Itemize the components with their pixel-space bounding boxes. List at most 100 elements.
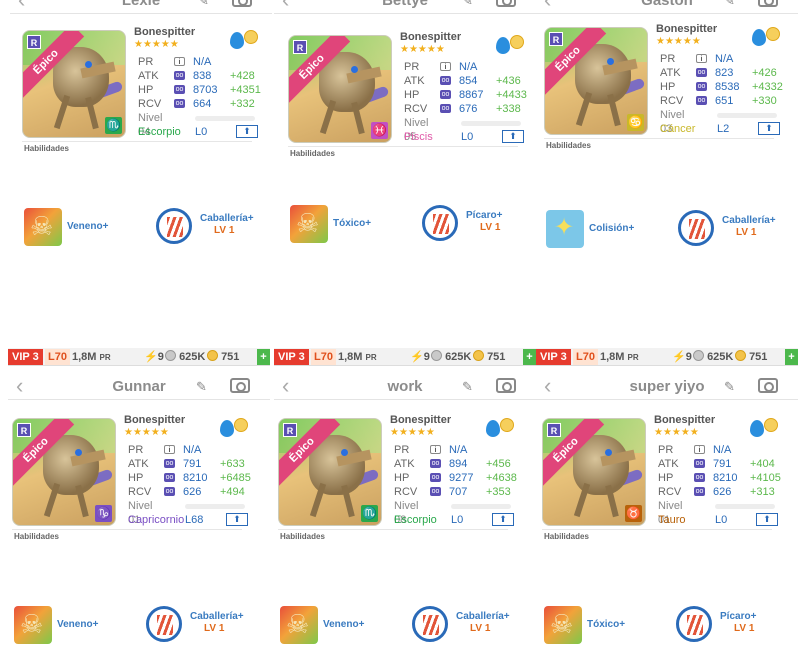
leader-skill-level: LV 1 xyxy=(480,222,501,233)
stones-counter[interactable]: 625K xyxy=(165,349,205,365)
stat-bonus: +456 xyxy=(486,458,511,470)
coins-counter[interactable]: 751 xyxy=(735,349,767,365)
stat-label: RCV xyxy=(658,486,682,498)
energy-counter[interactable]: ⚡9 xyxy=(144,349,164,365)
camera-icon[interactable] xyxy=(230,378,250,393)
dino-portrait[interactable]: Épico R ♑ xyxy=(12,418,116,526)
light-element-icon xyxy=(766,27,780,41)
dino-portrait[interactable]: Épico R ♏ xyxy=(22,30,126,138)
camera-icon[interactable] xyxy=(758,0,778,7)
camera-icon[interactable] xyxy=(496,0,516,7)
upgrade-button[interactable]: ⬆ xyxy=(756,513,778,526)
stat-value: 823 xyxy=(715,67,734,79)
add-currency-button[interactable]: + xyxy=(523,349,536,365)
nav-header: ‹Gaston✎ xyxy=(536,0,798,14)
edit-pencil-icon[interactable]: ✎ xyxy=(462,379,473,395)
dino-portrait[interactable]: Épico R ♋ xyxy=(544,27,648,135)
stat-value: 8867 xyxy=(459,89,484,101)
info-icon[interactable]: i xyxy=(440,62,451,71)
info-icon[interactable]: i xyxy=(164,445,175,454)
dino-art-eye xyxy=(351,66,358,73)
stat-value: N/A xyxy=(183,444,202,456)
stat-bonus: +353 xyxy=(486,486,511,498)
dino-portrait[interactable]: Épico R ♏ xyxy=(278,418,382,526)
vip-badge[interactable]: VIP 3 xyxy=(536,349,571,365)
coins-value: 751 xyxy=(221,351,240,363)
light-element-icon xyxy=(234,418,248,432)
info-icon[interactable]: i xyxy=(694,445,705,454)
energy-counter[interactable]: ⚡9 xyxy=(672,349,692,365)
info-icon[interactable]: i xyxy=(430,445,441,454)
edit-pencil-icon[interactable]: ✎ xyxy=(462,0,473,9)
stat-bonus: +633 xyxy=(220,458,245,470)
energy-value: 9 xyxy=(157,351,164,363)
vip-badge[interactable]: VIP 3 xyxy=(8,349,43,365)
energy-counter[interactable]: ⚡9 xyxy=(410,349,430,365)
upgrade-button[interactable]: ⬆ xyxy=(236,125,258,138)
skill-level: L0 xyxy=(461,131,474,143)
stones-counter[interactable]: 625K xyxy=(431,349,471,365)
upgrade-button[interactable]: ⬆ xyxy=(758,122,780,135)
leader-skill-name: Pícaro+ xyxy=(720,611,757,622)
coins-counter[interactable]: 751 xyxy=(473,349,505,365)
stat-bonus: +313 xyxy=(750,486,775,498)
stat-value: 791 xyxy=(713,458,732,470)
info-icon[interactable]: i xyxy=(696,54,707,63)
upgrade-button[interactable]: ⬆ xyxy=(226,513,248,526)
camera-icon[interactable] xyxy=(232,0,252,7)
dino-art-eye xyxy=(605,449,612,456)
stat-value: 626 xyxy=(183,486,202,498)
vip-badge[interactable]: VIP 3 xyxy=(274,349,309,365)
add-currency-button[interactable]: + xyxy=(785,349,798,365)
edit-pencil-icon[interactable]: ✎ xyxy=(724,379,735,395)
upgrade-button[interactable]: ⬆ xyxy=(492,513,514,526)
camera-icon[interactable] xyxy=(496,378,516,393)
dino-art-leg1 xyxy=(575,91,593,127)
stat-bonus: +4433 xyxy=(496,89,527,101)
dino-panel: VIP 3 L70 1,8M PR ⚡9 625K 751 + ‹ super yiyo ✎ É… xyxy=(536,348,798,662)
dino-name: Bonespitter xyxy=(654,414,716,426)
dino-art-leg1 xyxy=(573,482,591,518)
dino-portrait[interactable]: Épico R ♉ xyxy=(542,418,646,526)
dino-portrait[interactable]: Épico R ♓ xyxy=(288,35,392,143)
level-progress-bar xyxy=(195,116,255,121)
upgrade-button[interactable]: ⬆ xyxy=(502,130,524,143)
add-currency-button[interactable]: + xyxy=(257,349,270,365)
power-rating-unit: PR xyxy=(99,353,111,362)
stat-value: 838 xyxy=(193,70,212,82)
power-rating: 1,8M PR xyxy=(600,349,639,365)
zodiac-sign-icon: ♑ xyxy=(95,505,112,522)
stone-icon xyxy=(165,350,176,361)
dino-art-eye xyxy=(85,61,92,68)
active-skill-name: Veneno+ xyxy=(67,221,109,232)
info-icon[interactable]: i xyxy=(174,57,185,66)
zodiac-sign-name: Cáncer xyxy=(660,123,696,135)
rank-badge: R xyxy=(293,40,307,54)
currency-bar: VIP 3 L70 1,8M PR ⚡9 625K 751 + xyxy=(274,348,536,366)
dino-art-leg1 xyxy=(319,99,337,135)
nav-header: ‹Bettye✎ xyxy=(274,0,536,14)
edit-pencil-icon[interactable]: ✎ xyxy=(724,0,735,9)
stones-counter[interactable]: 625K xyxy=(693,349,733,365)
stat-label: PR xyxy=(658,444,674,456)
dino-name: Bonespitter xyxy=(134,26,196,38)
stones-value: 625K xyxy=(179,351,206,363)
leader-skill-level: LV 1 xyxy=(214,225,235,236)
stat-value: 8210 xyxy=(183,472,208,484)
stat-value: N/A xyxy=(193,56,212,68)
stone-icon xyxy=(693,350,704,361)
stat-label: RCV xyxy=(660,95,684,107)
stat-bonus: +4638 xyxy=(486,472,517,484)
currency-bar: VIP 3 L70 1,8M PR ⚡9 625K 751 + xyxy=(536,348,798,366)
dino-panel: ‹Bettye✎ÉpicoR♓Bonespitter★★★★★PRiN/AATK… xyxy=(274,0,536,331)
stat-label: ATK xyxy=(660,67,681,79)
dino-art-eye xyxy=(607,58,614,65)
claw-icon xyxy=(156,208,192,244)
camera-icon[interactable] xyxy=(758,378,778,393)
skill-level: L0 xyxy=(715,514,728,526)
edit-pencil-icon[interactable]: ✎ xyxy=(196,379,207,395)
claw-icon xyxy=(412,606,448,642)
edit-pencil-icon[interactable]: ✎ xyxy=(198,0,209,9)
coins-counter[interactable]: 751 xyxy=(207,349,239,365)
coins-value: 751 xyxy=(487,351,506,363)
